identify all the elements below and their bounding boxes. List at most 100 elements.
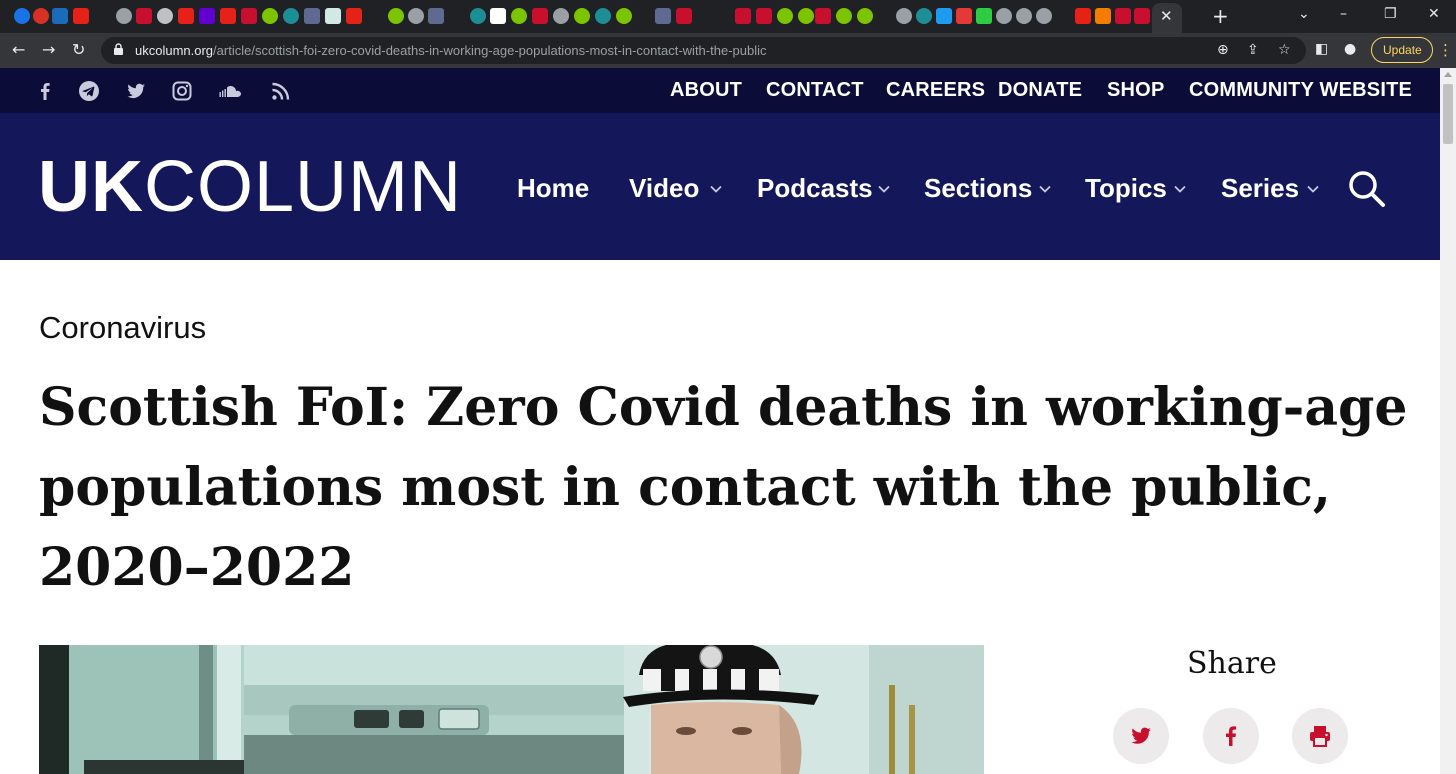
- tab-search-icon[interactable]: ⌄: [1298, 6, 1310, 22]
- chevron-down-icon[interactable]: [878, 185, 890, 193]
- tab-favicon[interactable]: [735, 8, 751, 24]
- top-link-community-website[interactable]: COMMUNITY WEBSITE: [1189, 79, 1412, 102]
- tab-favicon[interactable]: [325, 8, 341, 24]
- chevron-down-icon[interactable]: [710, 185, 722, 193]
- back-icon[interactable]: ←: [12, 40, 25, 59]
- tab-favicon[interactable]: [178, 8, 194, 24]
- tab-favicon[interactable]: [157, 8, 173, 24]
- twitter-icon[interactable]: [125, 80, 147, 102]
- nav-home[interactable]: Home: [517, 173, 589, 204]
- instagram-icon[interactable]: [171, 80, 193, 102]
- address-bar[interactable]: ukcolumn.org/article/scottish-foi-zero-c…: [101, 37, 1306, 64]
- facebook-icon[interactable]: [34, 80, 56, 102]
- tab-favicon[interactable]: [836, 8, 852, 24]
- print-icon: [1310, 726, 1330, 747]
- top-link-about[interactable]: ABOUT: [670, 79, 742, 102]
- tab-favicon[interactable]: [52, 8, 68, 24]
- nav-topics[interactable]: Topics: [1085, 173, 1167, 204]
- close-tab-icon[interactable]: ✕: [1160, 7, 1173, 25]
- tab-favicon[interactable]: [574, 8, 590, 24]
- tab-favicon[interactable]: [262, 8, 278, 24]
- tab-favicon[interactable]: [655, 8, 671, 24]
- tab-favicon[interactable]: [1095, 8, 1111, 24]
- tab-favicon[interactable]: [1036, 8, 1052, 24]
- tab-favicon[interactable]: [1115, 8, 1131, 24]
- active-tab[interactable]: ✕: [1152, 3, 1182, 33]
- tab-favicon[interactable]: [241, 8, 257, 24]
- tab-favicon[interactable]: [976, 8, 992, 24]
- tab-favicon[interactable]: [511, 8, 527, 24]
- rss-icon[interactable]: [270, 80, 292, 102]
- zoom-icon[interactable]: ⊕: [1217, 42, 1229, 58]
- page-scrollbar[interactable]: [1440, 68, 1456, 774]
- tab-favicon[interactable]: [916, 8, 932, 24]
- tab-favicon[interactable]: [220, 8, 236, 24]
- tab-favicon[interactable]: [996, 8, 1012, 24]
- article-category[interactable]: Coronavirus: [39, 310, 206, 346]
- tab-favicon[interactable]: [346, 8, 362, 24]
- restore-icon[interactable]: ❐: [1384, 6, 1397, 22]
- chevron-down-icon[interactable]: [1039, 185, 1051, 193]
- tab-favicon[interactable]: [798, 8, 814, 24]
- tab-favicon[interactable]: [408, 8, 424, 24]
- tab-favicon[interactable]: [676, 8, 692, 24]
- tab-favicon[interactable]: [14, 8, 30, 24]
- side-panel-icon[interactable]: ◧: [1315, 41, 1328, 57]
- minimize-icon[interactable]: –: [1340, 6, 1347, 22]
- profile-icon[interactable]: ●: [1344, 41, 1356, 57]
- tab-favicon[interactable]: [1016, 8, 1032, 24]
- tab-favicon[interactable]: [756, 8, 772, 24]
- tab-favicon[interactable]: [595, 8, 611, 24]
- tab-favicon[interactable]: [857, 8, 873, 24]
- scroll-up-arrow-icon[interactable]: [1444, 72, 1452, 77]
- site-logo[interactable]: UKCOLUMN: [38, 147, 462, 227]
- search-icon[interactable]: [1348, 170, 1386, 208]
- close-window-icon[interactable]: ✕: [1428, 6, 1440, 22]
- top-link-donate[interactable]: DONATE: [998, 79, 1082, 102]
- tab-favicon[interactable]: [199, 8, 215, 24]
- tab-favicon[interactable]: [73, 8, 89, 24]
- tab-favicon[interactable]: [304, 8, 320, 24]
- forward-icon[interactable]: →: [42, 40, 55, 59]
- top-link-shop[interactable]: SHOP: [1107, 79, 1164, 102]
- tab-favicon[interactable]: [956, 8, 972, 24]
- url-text[interactable]: ukcolumn.org/article/scottish-foi-zero-c…: [135, 43, 767, 58]
- nav-series[interactable]: Series: [1221, 173, 1299, 204]
- chevron-down-icon[interactable]: [1174, 185, 1186, 193]
- tab-favicon[interactable]: [532, 8, 548, 24]
- tab-favicon[interactable]: [896, 8, 912, 24]
- telegram-icon[interactable]: [78, 80, 100, 102]
- tab-favicon[interactable]: [283, 8, 299, 24]
- bookmark-star-icon[interactable]: ☆: [1278, 42, 1291, 58]
- tab-favicon[interactable]: [1075, 8, 1091, 24]
- top-link-contact[interactable]: CONTACT: [766, 79, 864, 102]
- tab-favicon[interactable]: [1134, 8, 1150, 24]
- tab-favicon[interactable]: [777, 8, 793, 24]
- scrollbar-thumb[interactable]: [1443, 84, 1453, 144]
- menu-kebab-icon[interactable]: ⋮: [1438, 41, 1453, 59]
- tab-favicon[interactable]: [815, 8, 831, 24]
- print-button[interactable]: [1292, 708, 1348, 764]
- tab-favicon[interactable]: [388, 8, 404, 24]
- top-link-careers[interactable]: CAREERS: [886, 79, 985, 102]
- new-tab-button[interactable]: +: [1212, 4, 1229, 28]
- share-facebook-button[interactable]: [1203, 708, 1259, 764]
- share-page-icon[interactable]: ⇪: [1247, 42, 1259, 58]
- tab-favicon[interactable]: [490, 8, 506, 24]
- chevron-down-icon[interactable]: [1307, 185, 1319, 193]
- tab-favicon[interactable]: [33, 8, 49, 24]
- share-twitter-button[interactable]: [1113, 708, 1169, 764]
- nav-video[interactable]: Video: [629, 173, 699, 204]
- soundcloud-icon[interactable]: [217, 80, 245, 102]
- update-button[interactable]: Update: [1371, 37, 1433, 63]
- tab-favicon[interactable]: [136, 8, 152, 24]
- tab-favicon[interactable]: [553, 8, 569, 24]
- tab-favicon[interactable]: [428, 8, 444, 24]
- tab-favicon[interactable]: [616, 8, 632, 24]
- tab-favicon[interactable]: [936, 8, 952, 24]
- nav-sections[interactable]: Sections: [924, 173, 1032, 204]
- nav-podcasts[interactable]: Podcasts: [757, 173, 873, 204]
- tab-favicon[interactable]: [470, 8, 486, 24]
- tab-favicon[interactable]: [116, 8, 132, 24]
- reload-icon[interactable]: ↻: [72, 40, 85, 59]
